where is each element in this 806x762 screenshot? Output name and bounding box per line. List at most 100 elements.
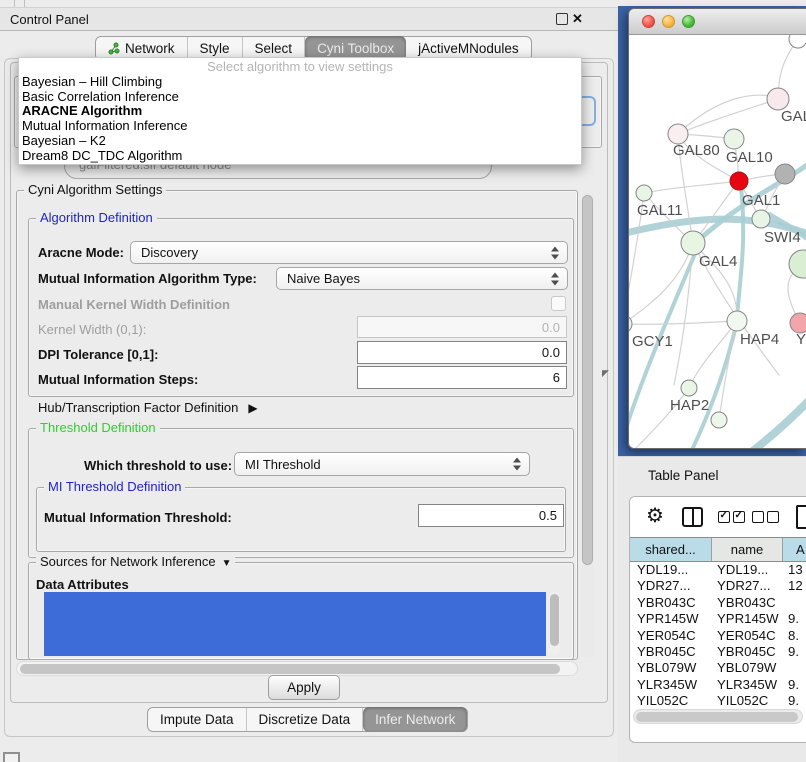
algorithm-option[interactable]: Bayesian – Hill Climbing <box>19 75 581 90</box>
mi-threshold-group-title: MI Threshold Definition <box>44 479 185 495</box>
network-node[interactable] <box>790 313 806 333</box>
tab-label: Style <box>200 41 230 56</box>
aracne-mode-value: Discovery <box>141 245 198 260</box>
algorithm-option[interactable]: Mutual Information Inference <box>19 119 581 134</box>
aracne-mode-select[interactable]: Discovery <box>130 241 568 264</box>
minimize-traffic-light-icon[interactable] <box>662 15 675 28</box>
hub-definition-label: Hub/Transcription Factor Definition <box>38 400 238 415</box>
spinner-arrows-icon <box>551 272 560 285</box>
zoom-traffic-light-icon[interactable] <box>682 15 695 28</box>
manual-kernel-label: Manual Kernel Width Definition <box>38 297 230 312</box>
network-node[interactable] <box>681 231 705 255</box>
network-edge[interactable] <box>678 99 778 134</box>
cell-value <box>783 660 806 676</box>
column-header[interactable]: shared... <box>630 538 712 561</box>
document-icon[interactable] <box>796 505 806 529</box>
mi-steps-input[interactable]: 6 <box>357 366 567 389</box>
table-row[interactable]: YLR345W YLR345W 9. <box>630 677 806 693</box>
network-edge[interactable] <box>721 390 806 449</box>
network-node[interactable] <box>636 185 652 201</box>
node-label: GAL11 <box>637 202 683 219</box>
table-row[interactable]: YBR043C YBR043C <box>630 595 806 611</box>
attribute-list-scrollbar[interactable] <box>548 592 560 656</box>
deselect-all-columns-icon[interactable] <box>752 511 782 526</box>
apply-button[interactable]: Apply <box>268 675 340 700</box>
tab-label: jActiveMNodules <box>418 41 519 56</box>
kernel-width-input[interactable]: 0.0 <box>357 316 567 338</box>
network-node[interactable] <box>789 35 806 48</box>
network-node[interactable] <box>668 124 688 144</box>
column-header[interactable]: A <box>783 538 806 561</box>
network-node[interactable] <box>727 311 747 331</box>
data-attributes-label: Data Attributes <box>36 577 129 592</box>
tab[interactable]: Impute Data <box>148 708 247 731</box>
scrollbar-thumb[interactable] <box>20 664 560 674</box>
node-label: HAP4 <box>740 331 779 348</box>
network-canvas[interactable]: GAL8GAL80GAL10GAL1GAL11SWI4GAL4HAP4YGCY1… <box>629 35 806 449</box>
node-label: GAL4 <box>699 253 737 270</box>
scrollbar-thumb[interactable] <box>550 594 559 646</box>
close-icon[interactable]: ✕ <box>572 11 583 27</box>
network-edge[interactable] <box>644 181 739 193</box>
mi-type-select[interactable]: Naive Bayes <box>276 267 568 290</box>
table-horizontal-scrollbar[interactable] <box>633 709 803 724</box>
table-row[interactable]: YDR27... YDR27... 12 <box>630 578 806 594</box>
select-all-columns-icon[interactable] <box>718 511 748 526</box>
manual-kernel-checkbox[interactable] <box>551 296 566 311</box>
dpi-tolerance-input[interactable]: 0.0 <box>357 341 567 364</box>
dock-panel-icon[interactable] <box>3 752 20 762</box>
network-node[interactable] <box>730 172 748 190</box>
network-node[interactable] <box>681 380 697 396</box>
table-panel: Table Panel ⚙ shared...nameA YDL19... YD… <box>618 456 806 762</box>
close-traffic-light-icon[interactable] <box>642 15 655 28</box>
tab-label: Discretize Data <box>259 712 351 727</box>
table-row[interactable]: YER054C YER054C 8. <box>630 628 806 644</box>
network-edge[interactable] <box>629 321 737 324</box>
network-node[interactable] <box>724 129 744 149</box>
table-header-row: shared...nameA <box>630 537 806 562</box>
tab[interactable]: Infer Network <box>363 707 467 732</box>
network-node[interactable] <box>752 210 770 228</box>
table-row[interactable]: YBR045C YBR045C 9. <box>630 644 806 660</box>
tab[interactable]: Discretize Data <box>247 708 364 731</box>
settings-horizontal-scrollbar[interactable] <box>16 661 578 676</box>
table-row[interactable]: YDL19... YDL19... 13 <box>630 562 806 578</box>
network-node[interactable] <box>767 88 789 110</box>
scrollbar-thumb[interactable] <box>582 195 593 565</box>
table-row[interactable]: YIL052C YIL052C 9. <box>630 693 806 707</box>
network-node[interactable] <box>789 250 806 278</box>
tab-sliver <box>14 0 25 7</box>
sources-title[interactable]: Sources for Network Inference▼ <box>36 554 235 572</box>
app-screen: Control Panel ✕ Network <box>0 0 806 762</box>
dpi-tolerance-label: DPI Tolerance [0,1]: <box>38 347 158 362</box>
network-node[interactable] <box>775 164 795 184</box>
scrollbar-thumb[interactable] <box>636 712 798 722</box>
hub-definition-disclosure[interactable]: Hub/Transcription Factor Definition▶ <box>38 400 258 415</box>
which-threshold-select[interactable]: MI Threshold <box>234 452 530 476</box>
cell-shared-name: YPR145W <box>630 611 712 627</box>
unchecked-checkbox-icon <box>767 511 779 523</box>
algorithm-option[interactable]: Basic Correlation Inference <box>19 90 581 105</box>
kernel-width-value: 0.0 <box>542 320 560 335</box>
columns-icon[interactable] <box>682 507 703 527</box>
table-row[interactable]: YBL079W YBL079W <box>630 660 806 676</box>
algorithm-option[interactable]: Bayesian – K2 <box>19 134 581 149</box>
control-panel-title: Control Panel <box>10 12 89 27</box>
gear-icon[interactable]: ⚙ <box>646 503 664 528</box>
cell-value: 9. <box>783 677 806 693</box>
node-label: Y <box>796 331 806 348</box>
settings-vertical-scrollbar[interactable] <box>581 192 594 658</box>
algorithm-option[interactable]: Dream8 DC_TDC Algorithm <box>19 149 581 164</box>
mi-threshold-input[interactable]: 0.5 <box>418 504 564 527</box>
mi-threshold-value: 0.5 <box>539 508 557 523</box>
cell-shared-name: YBR043C <box>630 595 712 611</box>
network-node[interactable] <box>711 412 727 428</box>
network-window-titlebar[interactable] <box>629 9 806 35</box>
column-header[interactable]: name <box>712 538 783 561</box>
float-window-icon[interactable] <box>556 13 568 25</box>
checked-checkbox-icon <box>718 511 730 523</box>
algorithm-option[interactable]: ARACNE Algorithm <box>19 104 581 119</box>
table-row[interactable]: YPR145W YPR145W 9. <box>630 611 806 627</box>
table-panel-title: Table Panel <box>648 468 719 483</box>
node-label: GAL80 <box>673 142 720 159</box>
